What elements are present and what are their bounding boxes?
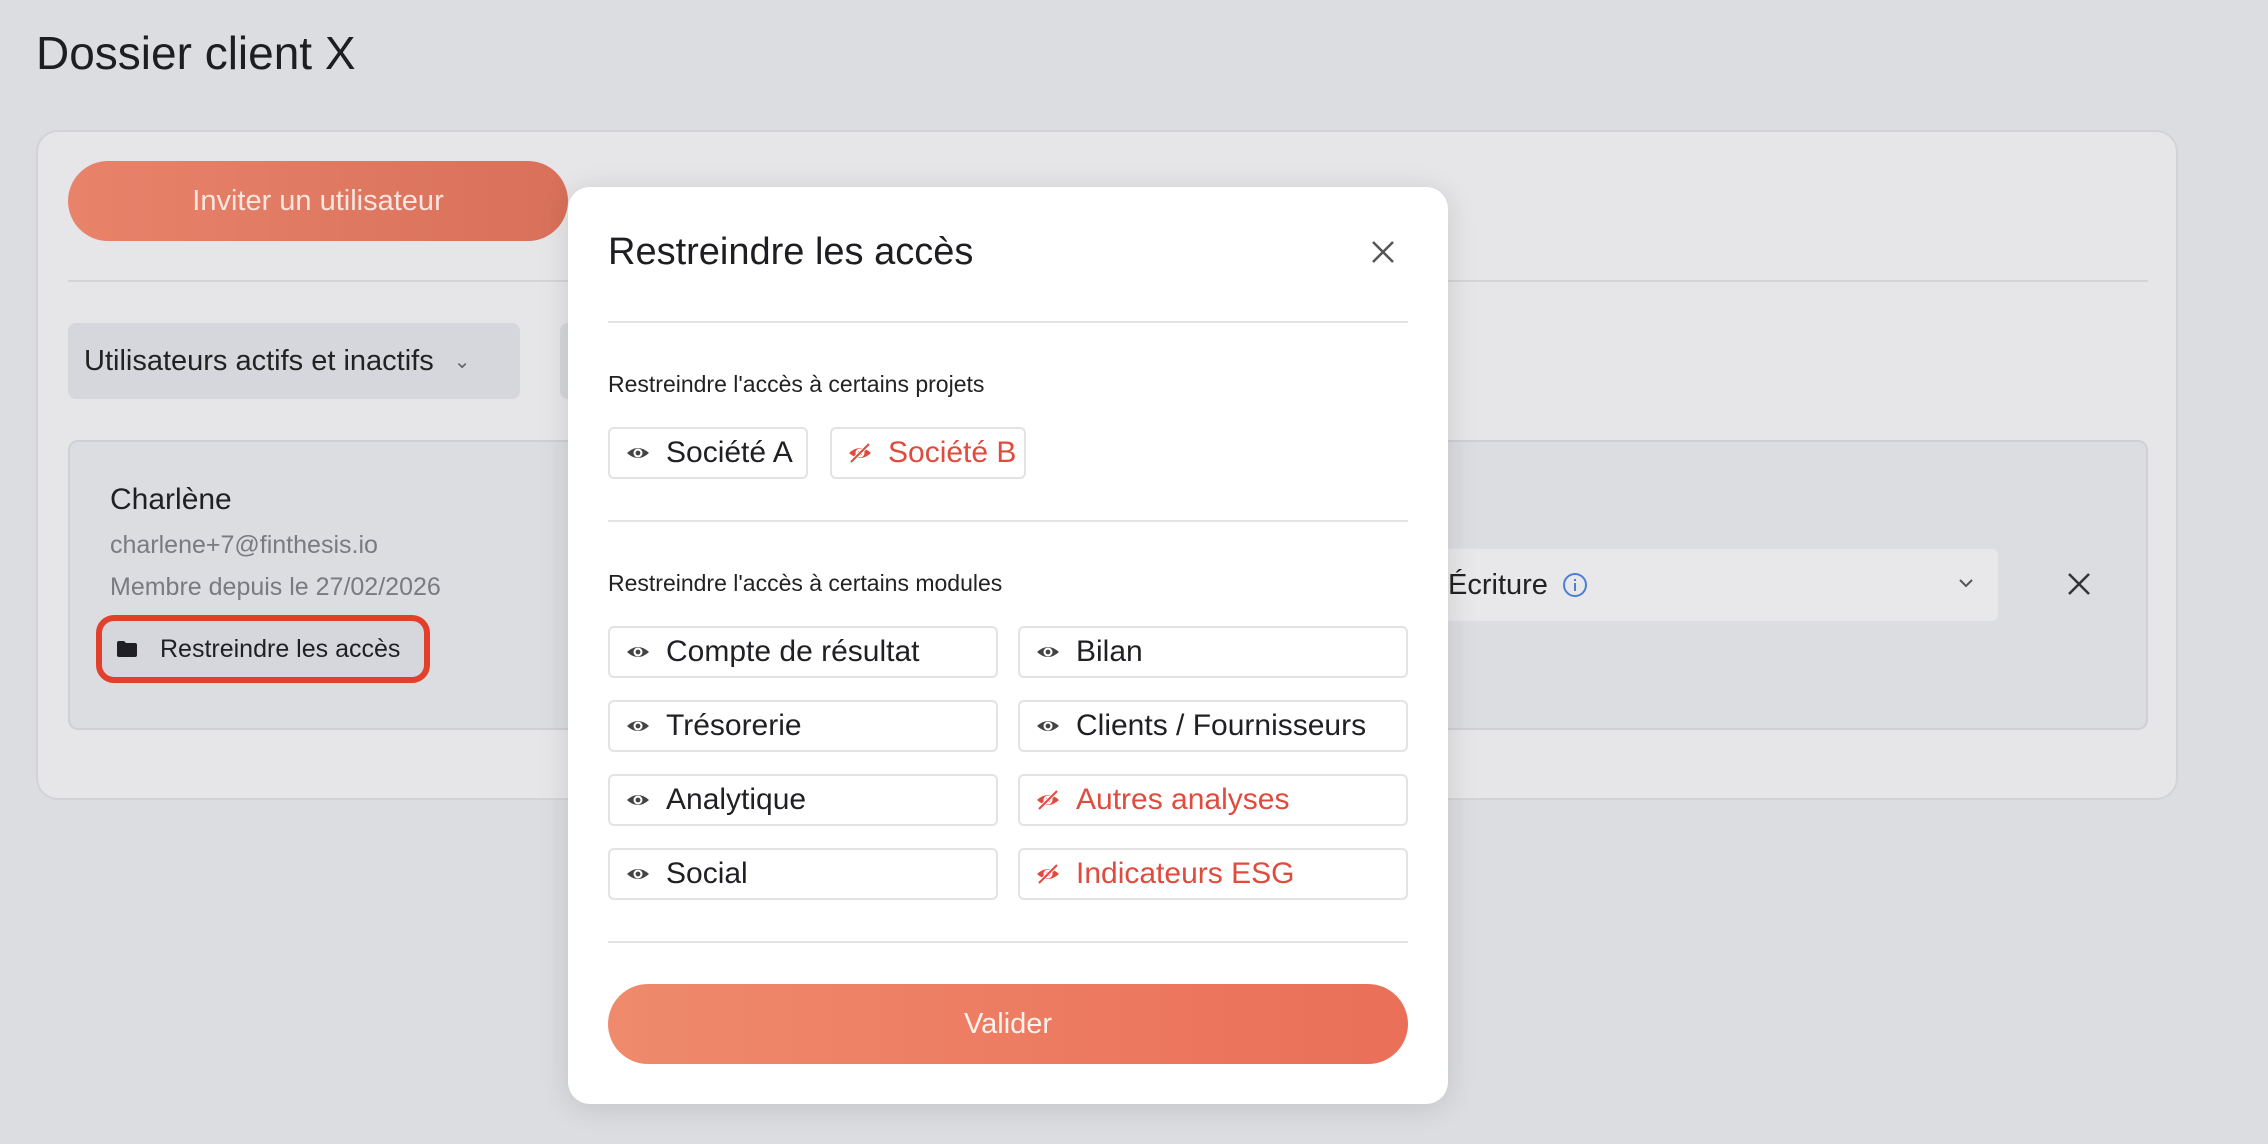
access-toggle-label: Autres analyses [1076,783,1290,816]
user-email: charlene+7@finthesis.io [110,531,378,559]
eye-icon [1037,647,1059,657]
eye-icon [627,448,649,458]
restrict-access-button[interactable]: Restreindre les accès [96,615,430,683]
restrict-access-label: Restreindre les accès [160,634,401,663]
access-toggle-label: Clients / Fournisseurs [1076,709,1367,742]
access-toggle-chip[interactable]: Société A [608,427,808,479]
projects-section-label: Restreindre l'accès à certains projets [608,371,985,397]
remove-user-icon[interactable] [2066,571,2092,597]
user-name: Charlène [110,483,232,516]
folder-icon [117,641,137,657]
invite-user-button[interactable]: Inviter un utilisateur [68,161,568,241]
page-title: Dossier client X [36,27,356,79]
access-toggle-label: Société B [888,436,1017,469]
access-toggle-chip[interactable]: Société B [830,427,1026,479]
role-value: Écriture [1448,568,1548,601]
validate-button[interactable]: Valider [608,984,1408,1064]
eye-icon [627,795,649,805]
access-toggle-label: Social [666,857,748,890]
eye-off-icon [849,442,871,464]
status-filter-label: Utilisateurs actifs et inactifs [84,344,434,377]
modules-section-label: Restreindre l'accès à certains modules [608,570,1003,596]
eye-icon [1037,721,1059,731]
access-toggle-chip[interactable]: Trésorerie [608,700,998,752]
access-toggle-chip[interactable]: Bilan [1018,626,1408,678]
status-filter[interactable]: Utilisateurs actifs et inactifs ⌄ [68,323,520,399]
access-toggle-label: Indicateurs ESG [1076,857,1295,890]
chevron-down-icon: ⌄ [453,350,471,373]
access-toggle-chip[interactable]: Social [608,848,998,900]
restrict-access-modal: Restreindre les accès Restreindre l'accè… [568,187,1448,1104]
user-member-since: Membre depuis le 27/02/2026 [110,573,441,601]
modal-title: Restreindre les accès [608,231,974,273]
chevron-down-icon [1959,579,1973,588]
eye-off-icon [1037,789,1059,811]
eye-icon [627,647,649,657]
modal-divider [608,941,1408,943]
info-icon[interactable] [1562,572,1588,598]
close-icon[interactable] [1368,237,1398,267]
role-select[interactable]: Écriture [1440,549,1998,621]
access-toggle-label: Compte de résultat [666,635,920,668]
eye-off-icon [1037,863,1059,885]
eye-icon [627,721,649,731]
access-toggle-chip[interactable]: Autres analyses [1018,774,1408,826]
access-toggle-chip[interactable]: Analytique [608,774,998,826]
access-toggle-label: Analytique [666,783,807,816]
eye-icon [627,869,649,879]
modal-divider [608,520,1408,522]
access-toggle-label: Trésorerie [666,709,802,742]
access-toggle-chip[interactable]: Compte de résultat [608,626,998,678]
access-toggle-chip[interactable]: Indicateurs ESG [1018,848,1408,900]
access-toggle-chip[interactable]: Clients / Fournisseurs [1018,700,1408,752]
modal-divider [608,321,1408,323]
access-toggle-label: Bilan [1076,635,1143,668]
access-toggle-label: Société A [666,436,793,469]
